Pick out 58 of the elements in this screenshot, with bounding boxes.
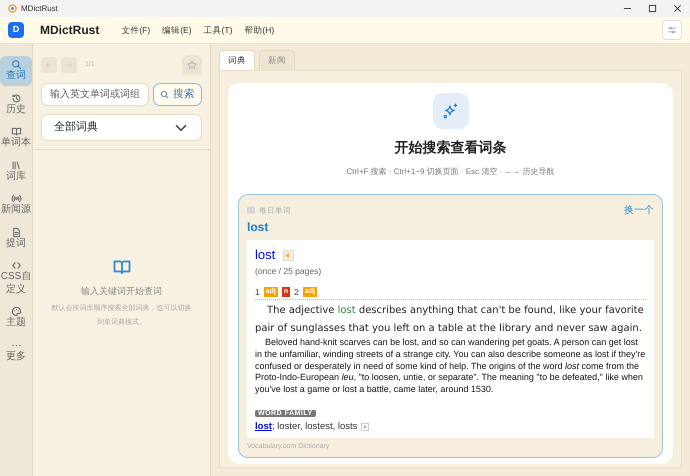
sidebar-item[interactable]: 词库 <box>0 156 32 186</box>
close-icon[interactable] <box>673 4 682 13</box>
start-title: 开始搜索查看词条 <box>394 138 506 157</box>
app-icon <box>8 4 17 13</box>
daily-word-link[interactable]: lost <box>247 220 268 234</box>
word-family-text: lost; loster, lostest, losts <box>255 420 358 434</box>
menu-item[interactable]: 编辑(E) <box>156 24 198 36</box>
sidebar-item[interactable]: 提词 <box>0 224 32 253</box>
code-icon <box>10 260 22 271</box>
signal-icon <box>10 193 22 204</box>
sparkle-icon <box>432 92 468 129</box>
menu-item[interactable]: 工具(T) <box>198 24 238 36</box>
sense-number: 2 <box>294 286 299 298</box>
settings-button[interactable] <box>662 20 682 40</box>
star-icon <box>187 60 197 70</box>
left-arrow-icon <box>45 61 53 69</box>
frequency-text: (once / 25 pages) <box>255 264 322 278</box>
refresh-link[interactable]: 换一个 <box>624 202 654 218</box>
word-link[interactable]: lost <box>255 421 272 432</box>
back-button[interactable] <box>41 57 57 73</box>
document-icon <box>10 226 22 238</box>
sidebar-item[interactable]: 历史 <box>0 90 32 119</box>
sense-number: 1 <box>255 286 260 298</box>
book-icon <box>10 126 22 137</box>
sliders-icon <box>667 25 677 35</box>
app-logo: D <box>8 22 24 38</box>
right-arrow-icon <box>65 61 73 69</box>
clock-icon <box>10 92 22 104</box>
app-name: MDictRust <box>40 22 100 39</box>
tab[interactable]: 新闻 <box>259 50 295 70</box>
expand-icon[interactable] <box>361 423 370 432</box>
long-definition: Beloved hand-knit scarves can be lost, and so can wandering pet goats. A person can get lost in the unfamiliar, winding streets of a strange city. You can also describe someone as lost if they're confused or desperately in need of some kind of help. The origins of the word lost come from the Proto-Indo-European leu, "to loosen, untie, or separate". The meaning "to be defeated," like when you've lost a game or lost a battle, came later, around 1530. <box>255 337 646 396</box>
search-icon <box>10 59 22 70</box>
empty-title: 输入关键词开始查词 <box>81 284 162 298</box>
headword: lost <box>255 246 276 264</box>
menu-item[interactable]: 帮助(H) <box>238 24 280 36</box>
search-button[interactable]: 搜索 <box>153 83 202 106</box>
palette-icon <box>10 306 22 317</box>
speaker-icon[interactable] <box>283 250 294 260</box>
search-field[interactable]: 输入英文单词或词组 <box>41 83 149 106</box>
sidebar-item[interactable]: 新闻源 <box>0 190 32 220</box>
bars-icon <box>10 160 22 170</box>
sidebar-item[interactable]: 单词本 <box>0 123 32 152</box>
short-definition: The adjective lost describes anything that can't be found, like your favorite pair of sunglasses that you left on a table at the library and never saw again. <box>255 304 645 336</box>
maximize-icon[interactable] <box>648 4 657 13</box>
sidebar-item[interactable]: CSS自定义 <box>0 257 32 299</box>
search-icon <box>160 90 169 99</box>
book-icon <box>247 206 255 214</box>
shortcut-hint: Ctrl+F 搜索 · Ctrl+1~9 切换页面 · Esc 清空 · ←→ 历史导航 <box>346 166 555 178</box>
menu-item[interactable]: 文件(F) <box>115 24 156 36</box>
forward-button[interactable] <box>61 57 77 73</box>
dictionary-select[interactable]: 全部词典 <box>41 114 202 141</box>
sidebar-item[interactable]: 主题 <box>0 303 32 332</box>
favorite-button[interactable] <box>182 55 202 75</box>
sidebar-item[interactable]: 查词 <box>0 56 32 86</box>
window-title: MDictRust <box>21 2 58 14</box>
sidebar-item[interactable]: 更多 <box>0 336 32 366</box>
tab[interactable]: 词典 <box>219 50 255 70</box>
